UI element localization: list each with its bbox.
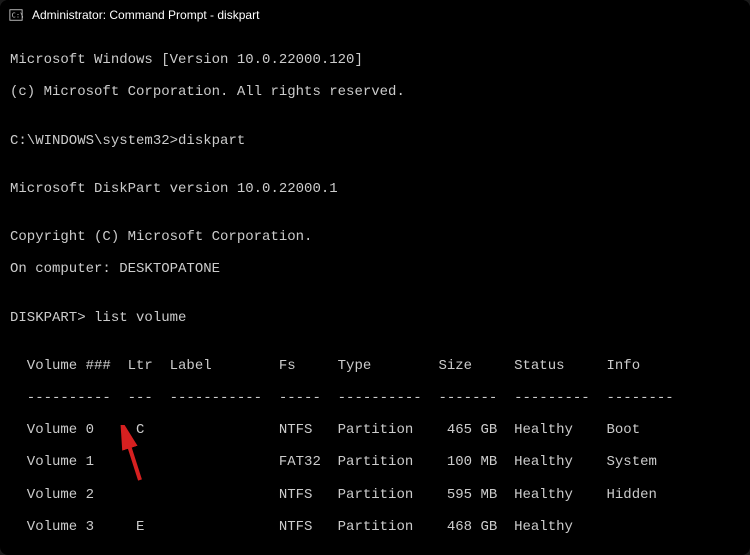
table-row: Volume 2 NTFS Partition 595 MB Healthy H… bbox=[10, 487, 740, 503]
table-row: Volume 0 C NTFS Partition 465 GB Healthy… bbox=[10, 422, 740, 438]
output-line: Microsoft DiskPart version 10.0.22000.1 bbox=[10, 181, 740, 197]
prompt-line: C:\WINDOWS\system32>diskpart bbox=[10, 133, 740, 149]
terminal-output[interactable]: Microsoft Windows [Version 10.0.22000.12… bbox=[0, 30, 750, 555]
table-row: Volume 1 FAT32 Partition 100 MB Healthy … bbox=[10, 454, 740, 470]
table-header: Volume ### Ltr Label Fs Type Size Status… bbox=[10, 358, 740, 374]
output-line: (c) Microsoft Corporation. All rights re… bbox=[10, 84, 740, 100]
command-text: list volume bbox=[94, 310, 186, 326]
command-prompt-window: C:\ Administrator: Command Prompt - disk… bbox=[0, 0, 750, 555]
output-line: Microsoft Windows [Version 10.0.22000.12… bbox=[10, 52, 740, 68]
window-title: Administrator: Command Prompt - diskpart bbox=[32, 8, 259, 22]
output-line: On computer: DESKTOPATONE bbox=[10, 261, 740, 277]
cmd-icon: C:\ bbox=[8, 7, 24, 23]
prompt-line: DISKPART> list volume bbox=[10, 310, 740, 326]
titlebar[interactable]: C:\ Administrator: Command Prompt - disk… bbox=[0, 0, 750, 30]
prompt-path: C:\WINDOWS\system32> bbox=[10, 133, 178, 149]
table-divider: ---------- --- ----------- ----- -------… bbox=[10, 390, 740, 406]
diskpart-prompt: DISKPART> bbox=[10, 310, 94, 326]
output-line: Copyright (C) Microsoft Corporation. bbox=[10, 229, 740, 245]
command-text: diskpart bbox=[178, 133, 245, 149]
table-row: Volume 3 E NTFS Partition 468 GB Healthy bbox=[10, 519, 740, 535]
svg-text:C:\: C:\ bbox=[12, 11, 23, 19]
